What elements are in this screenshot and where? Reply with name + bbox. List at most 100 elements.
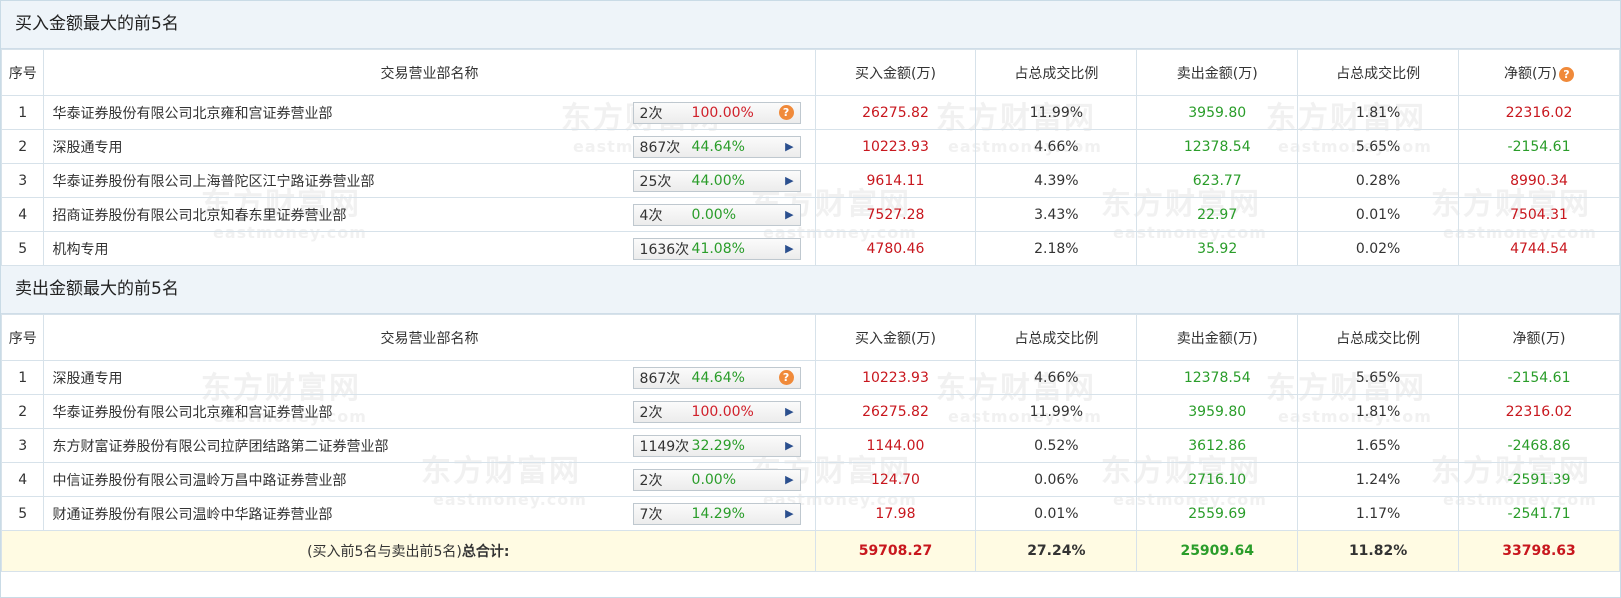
row-seq: 1 <box>0 95 45 130</box>
trade-count-badge[interactable]: 4次 0.00% ▶ <box>632 203 801 226</box>
table-header-row: 序号 交易营业部名称 买入金额(万) 占总成交比例 卖出金额(万) 占总成交比例… <box>0 49 1620 96</box>
sell-amount: 35.92 <box>1136 231 1299 266</box>
trade-count-badge[interactable]: 2次 0.00% ▶ <box>632 468 801 491</box>
col-buy-ratio: 占总成交比例 <box>975 314 1138 361</box>
buy-amount: 26275.82 <box>814 95 977 130</box>
net-amount: 4744.54 <box>1458 231 1620 266</box>
buy-section-title: 买入金额最大的前5名 <box>1 1 1620 49</box>
expand-arrow-icon[interactable]: ▶ <box>785 140 793 153</box>
col-sell-amount: 卖出金额(万) <box>1136 314 1299 361</box>
buy-top5-table: 序号 交易营业部名称 买入金额(万) 占总成交比例 卖出金额(万) 占总成交比例… <box>0 49 1620 266</box>
row-seq: 1 <box>0 360 45 395</box>
buy-amount: 10223.93 <box>814 129 977 164</box>
col-net: 净额(万)? <box>1458 49 1620 96</box>
sell-ratio: 0.01% <box>1297 197 1460 232</box>
row-seq: 2 <box>0 394 45 429</box>
table-row: 3 东方财富证券股份有限公司拉萨团结路第二证券营业部 1149次 32.29% ▶ 1… <box>0 428 1620 463</box>
sell-ratio: 1.65% <box>1297 428 1460 463</box>
col-buy-ratio: 占总成交比例 <box>975 49 1138 96</box>
sell-ratio: 0.02% <box>1297 231 1460 266</box>
buy-amount: 17.98 <box>814 496 977 531</box>
trade-count-badge[interactable]: 1149次 32.29% ▶ <box>632 434 801 457</box>
branch-name[interactable]: 机构专用 <box>52 239 108 259</box>
sell-ratio: 5.65% <box>1297 360 1460 395</box>
sell-amount: 3959.80 <box>1136 394 1299 429</box>
sell-amount: 12378.54 <box>1136 360 1299 395</box>
expand-arrow-icon[interactable]: ▶ <box>785 473 793 486</box>
buy-ratio: 0.06% <box>975 462 1138 497</box>
buy-ratio: 0.52% <box>975 428 1138 463</box>
branch-name[interactable]: 华泰证券股份有限公司上海普陀区江宁路证券营业部 <box>52 171 374 191</box>
sell-ratio: 0.28% <box>1297 163 1460 198</box>
trade-count-badge[interactable]: 7次 14.29% ▶ <box>632 502 801 525</box>
row-seq: 3 <box>0 428 45 463</box>
net-amount: -2154.61 <box>1458 129 1620 164</box>
col-net: 净额(万) <box>1458 314 1620 361</box>
trade-count-badge[interactable]: 2次 100.00%? <box>632 101 801 124</box>
trade-count-badge[interactable]: 2次 100.00% ▶ <box>632 400 801 423</box>
branch-name[interactable]: 财通证券股份有限公司温岭中华路证券营业部 <box>52 504 332 524</box>
sell-section-title: 卖出金额最大的前5名 <box>1 266 1620 314</box>
help-icon[interactable]: ? <box>1558 66 1574 82</box>
sell-ratio: 1.24% <box>1297 462 1460 497</box>
buy-amount: 124.70 <box>814 462 977 497</box>
net-amount: -2468.86 <box>1458 428 1620 463</box>
expand-arrow-icon[interactable]: ▶ <box>785 439 793 452</box>
buy-ratio: 4.66% <box>975 360 1138 395</box>
row-seq: 5 <box>0 496 45 531</box>
branch-name[interactable]: 深股通专用 <box>52 368 122 388</box>
col-buy-amount: 买入金额(万) <box>814 314 977 361</box>
buy-ratio: 3.43% <box>975 197 1138 232</box>
help-icon[interactable]: ? <box>778 105 794 120</box>
branch-name[interactable]: 招商证券股份有限公司北京知春东里证券营业部 <box>52 205 346 225</box>
total-sell-amount: 25909.64 <box>1136 530 1299 572</box>
net-amount: -2591.39 <box>1458 462 1620 497</box>
col-buy-amount: 买入金额(万) <box>814 49 977 96</box>
sell-ratio: 5.65% <box>1297 129 1460 164</box>
net-amount: 7504.31 <box>1458 197 1620 232</box>
net-amount: -2541.71 <box>1458 496 1620 531</box>
table-row: 4 招商证券股份有限公司北京知春东里证券营业部 4次 0.00% ▶ 7527.28 … <box>0 197 1620 232</box>
total-sell-ratio: 11.82% <box>1297 530 1460 572</box>
col-name: 交易营业部名称 <box>43 49 816 96</box>
total-label: (买入前5名与卖出前5名)总合计: <box>1 530 816 572</box>
buy-ratio: 0.01% <box>975 496 1138 531</box>
row-seq: 4 <box>0 197 45 232</box>
total-row: (买入前5名与卖出前5名)总合计: 59708.27 27.24% 25909.… <box>1 530 1620 572</box>
total-buy-amount: 59708.27 <box>814 530 977 572</box>
sell-amount: 2559.69 <box>1136 496 1299 531</box>
buy-ratio: 4.66% <box>975 129 1138 164</box>
trade-count-badge[interactable]: 867次 44.64% ▶ <box>632 135 801 158</box>
sell-amount: 3612.86 <box>1136 428 1299 463</box>
branch-name[interactable]: 深股通专用 <box>52 137 122 157</box>
branch-name[interactable]: 中信证券股份有限公司温岭万昌中路证券营业部 <box>52 470 346 490</box>
expand-arrow-icon[interactable]: ▶ <box>785 208 793 221</box>
sell-amount: 623.77 <box>1136 163 1299 198</box>
sell-ratio: 1.81% <box>1297 95 1460 130</box>
buy-amount: 1144.00 <box>814 428 977 463</box>
table-row: 1 深股通专用 867次 44.64%? 10223.93 4.66% 12378.… <box>0 360 1620 395</box>
expand-arrow-icon[interactable]: ▶ <box>785 507 793 520</box>
sell-ratio: 1.81% <box>1297 394 1460 429</box>
branch-name[interactable]: 华泰证券股份有限公司北京雍和宫证券营业部 <box>52 103 332 123</box>
buy-ratio: 2.18% <box>975 231 1138 266</box>
table-row: 3 华泰证券股份有限公司上海普陀区江宁路证券营业部 25次 44.00% ▶ 9614… <box>0 163 1620 198</box>
expand-arrow-icon[interactable]: ▶ <box>785 242 793 255</box>
sell-amount: 3959.80 <box>1136 95 1299 130</box>
row-seq: 3 <box>0 163 45 198</box>
trade-count-badge[interactable]: 867次 44.64%? <box>632 366 801 389</box>
total-net-amount: 33798.63 <box>1458 530 1620 572</box>
net-amount: -2154.61 <box>1458 360 1620 395</box>
trade-count-badge[interactable]: 1636次 41.08% ▶ <box>632 237 801 260</box>
help-icon[interactable]: ? <box>778 370 794 385</box>
expand-arrow-icon[interactable]: ▶ <box>785 174 793 187</box>
branch-name[interactable]: 华泰证券股份有限公司北京雍和宫证券营业部 <box>52 402 332 422</box>
net-amount: 22316.02 <box>1458 394 1620 429</box>
branch-name[interactable]: 东方财富证券股份有限公司拉萨团结路第二证券营业部 <box>52 436 388 456</box>
buy-amount: 9614.11 <box>814 163 977 198</box>
expand-arrow-icon[interactable]: ▶ <box>785 405 793 418</box>
net-amount: 22316.02 <box>1458 95 1620 130</box>
sell-amount: 22.97 <box>1136 197 1299 232</box>
table-row: 5 机构专用 1636次 41.08% ▶ 4780.46 2.18% 35.92 0… <box>0 231 1620 266</box>
trade-count-badge[interactable]: 25次 44.00% ▶ <box>632 169 801 192</box>
